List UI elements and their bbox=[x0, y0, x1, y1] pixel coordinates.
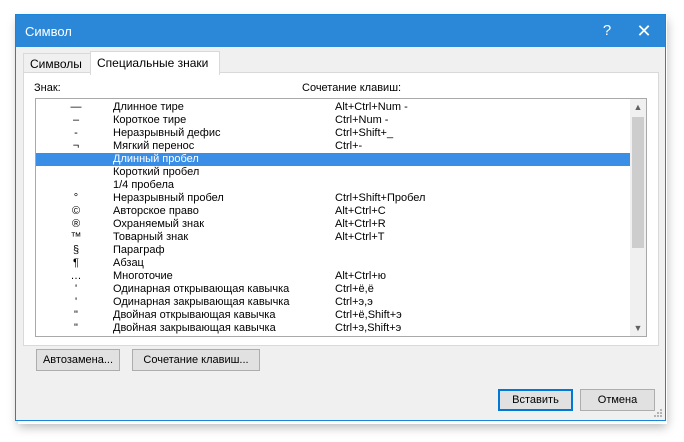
character-glyph: … bbox=[70, 270, 82, 282]
character-glyph: © bbox=[71, 205, 81, 217]
tab-symbols[interactable]: Символы bbox=[23, 53, 91, 73]
close-button[interactable]: ✕ bbox=[626, 15, 662, 47]
character-name: Одинарная закрывающая кавычка bbox=[113, 296, 290, 308]
character-glyph: - bbox=[74, 127, 78, 139]
shortcut-key: Ctrl+ё,Shift+э bbox=[335, 309, 402, 321]
shortcut-key: Ctrl+э,э bbox=[335, 296, 373, 308]
character-glyph: — bbox=[70, 101, 82, 113]
shortcut-key: Alt+Ctrl+R bbox=[335, 218, 386, 230]
autocorrect-button[interactable]: Автозамена... bbox=[36, 349, 120, 371]
column-header-shortcut: Сочетание клавиш: bbox=[302, 82, 402, 94]
list-item[interactable]: - Неразрывный дефис Ctrl+Shift+_ bbox=[36, 127, 630, 140]
title-bar: Символ ? ✕ bbox=[16, 15, 665, 47]
symbol-dialog: Символ ? ✕ Символы Специальные знаки Зна… bbox=[15, 14, 666, 421]
shortcut-key: Alt+Ctrl+T bbox=[335, 231, 385, 243]
character-name: Короткое тире bbox=[113, 114, 187, 126]
list-item[interactable]: Короткий пробел bbox=[36, 166, 630, 179]
character-glyph: ' bbox=[74, 296, 78, 308]
character-name: Охраняемый знак bbox=[113, 218, 205, 230]
list-item[interactable]: ' Одинарная закрывающая кавычка Ctrl+э,э bbox=[36, 296, 630, 309]
list-item[interactable]: ' Одинарная открывающая кавычка Ctrl+ё,ё bbox=[36, 283, 630, 296]
character-glyph: ™ bbox=[70, 231, 82, 243]
character-name: Двойная открывающая кавычка bbox=[113, 309, 276, 321]
character-name: Длинный пробел bbox=[113, 153, 199, 165]
list-item[interactable]: — Длинное тире Alt+Ctrl+Num - bbox=[36, 101, 630, 114]
character-name: Длинное тире bbox=[113, 101, 184, 113]
character-name: Неразрывный пробел bbox=[113, 192, 224, 204]
character-name: Авторское право bbox=[113, 205, 199, 217]
shortcut-key-button[interactable]: Сочетание клавиш... bbox=[132, 349, 260, 371]
window-title: Символ bbox=[25, 24, 72, 39]
character-glyph: ® bbox=[71, 218, 81, 230]
character-glyph: § bbox=[72, 244, 80, 256]
character-glyph: ° bbox=[73, 192, 79, 204]
shortcut-key: Alt+Ctrl+C bbox=[335, 205, 386, 217]
character-name: Многоточие bbox=[113, 270, 173, 282]
shortcut-key: Alt+Ctrl+Num - bbox=[335, 101, 408, 113]
special-characters-list[interactable]: — Длинное тире Alt+Ctrl+Num - – Короткое тир… bbox=[35, 98, 647, 337]
character-glyph: – bbox=[72, 114, 80, 126]
character-name: Абзац bbox=[113, 257, 144, 269]
character-name: Одинарная открывающая кавычка bbox=[113, 283, 290, 295]
character-name: Параграф bbox=[113, 244, 165, 256]
list-item[interactable]: ¶ Абзац bbox=[36, 257, 630, 270]
character-name: 1/4 пробела bbox=[113, 179, 175, 191]
character-name: Короткий пробел bbox=[113, 166, 200, 178]
character-glyph: ¬ bbox=[72, 140, 80, 152]
shortcut-key: Alt+Ctrl+ю bbox=[335, 270, 387, 282]
list-item[interactable]: " Двойная открывающая кавычка Ctrl+ё,Shift… bbox=[36, 309, 630, 322]
shortcut-key: Ctrl+Shift+Пробел bbox=[335, 192, 426, 204]
help-button[interactable]: ? bbox=[589, 15, 625, 47]
list-item[interactable]: … Многоточие Alt+Ctrl+ю bbox=[36, 270, 630, 283]
shortcut-key: Ctrl+ё,ё bbox=[335, 283, 374, 295]
character-name: Двойная закрывающая кавычка bbox=[113, 322, 276, 334]
shortcut-key: Ctrl+Shift+_ bbox=[335, 127, 394, 139]
cancel-button[interactable]: Отмена bbox=[580, 389, 655, 411]
list-item[interactable]: © Авторское право Alt+Ctrl+C bbox=[36, 205, 630, 218]
list-item[interactable]: ™ Товарный знак Alt+Ctrl+T bbox=[36, 231, 630, 244]
column-header-character: Знак: bbox=[34, 82, 61, 94]
list-item[interactable]: 1/4 пробела bbox=[36, 179, 630, 192]
scrollbar-thumb[interactable] bbox=[632, 117, 644, 248]
character-glyph: " bbox=[74, 322, 78, 334]
character-glyph: ' bbox=[74, 283, 78, 295]
list-item[interactable]: § Параграф bbox=[36, 244, 630, 257]
list-rows: — Длинное тире Alt+Ctrl+Num - – Короткое тир… bbox=[36, 101, 630, 335]
vertical-scrollbar[interactable]: ▲ ▼ bbox=[630, 99, 646, 336]
list-item[interactable]: – Короткое тире Ctrl+Num - bbox=[36, 114, 630, 127]
chevron-up-icon[interactable]: ▲ bbox=[630, 99, 646, 115]
shortcut-key: Ctrl+- bbox=[335, 140, 363, 152]
list-item[interactable]: ° Неразрывный пробел Ctrl+Shift+Пробел bbox=[36, 192, 630, 205]
shortcut-key: Ctrl+э,Shift+э bbox=[335, 322, 402, 334]
character-name: Товарный знак bbox=[113, 231, 189, 243]
list-item[interactable]: Длинный пробел bbox=[36, 153, 630, 166]
character-glyph: " bbox=[74, 309, 78, 321]
insert-button[interactable]: Вставить bbox=[498, 389, 573, 411]
tab-special-characters[interactable]: Специальные знаки bbox=[90, 51, 220, 75]
shortcut-key: Ctrl+Num - bbox=[335, 114, 389, 126]
character-name: Мягкий перенос bbox=[113, 140, 195, 152]
list-item[interactable]: " Двойная закрывающая кавычка Ctrl+э,Shift… bbox=[36, 322, 630, 335]
list-item[interactable]: ® Охраняемый знак Alt+Ctrl+R bbox=[36, 218, 630, 231]
chevron-down-icon[interactable]: ▼ bbox=[630, 320, 646, 336]
character-glyph: ¶ bbox=[73, 257, 79, 269]
character-name: Неразрывный дефис bbox=[113, 127, 221, 139]
list-item[interactable]: ¬ Мягкий перенос Ctrl+- bbox=[36, 140, 630, 153]
resize-grip-icon[interactable] bbox=[653, 408, 663, 418]
